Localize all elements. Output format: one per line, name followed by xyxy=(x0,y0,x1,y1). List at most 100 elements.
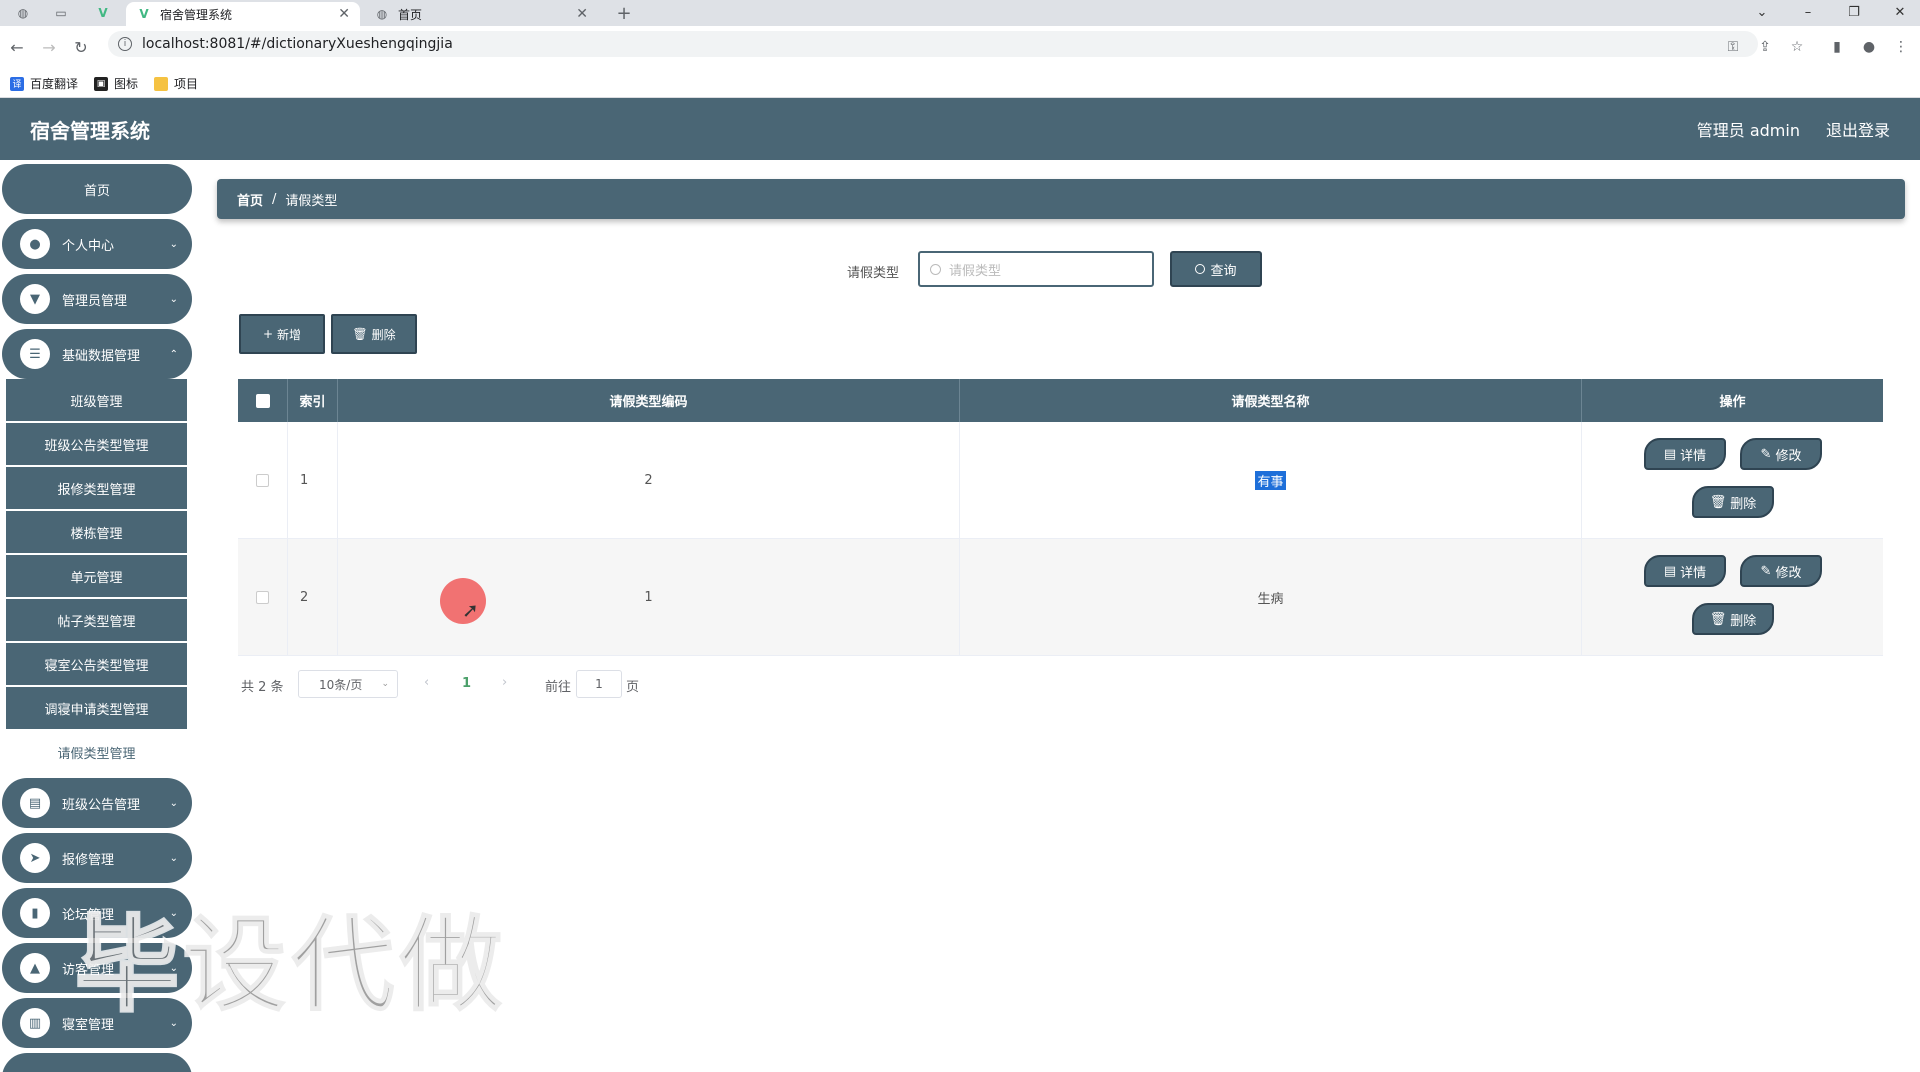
chevron-down-icon: ⌄ xyxy=(169,238,178,250)
edit-button[interactable]: ✎ 修改 xyxy=(1740,555,1822,587)
edit-icon: ✎ xyxy=(1760,563,1772,579)
submenu-repair-type[interactable]: 报修类型管理 xyxy=(6,467,187,509)
submenu-label: 班级公告类型管理 xyxy=(44,438,149,454)
goto-page-input[interactable]: 1 xyxy=(576,670,622,698)
chevron-down-icon: ⌄ xyxy=(381,679,389,689)
minimize-icon[interactable]: – xyxy=(1788,0,1828,24)
profile-icon[interactable]: ● xyxy=(1858,36,1880,58)
sidebar-item-label: 基础数据管理 xyxy=(62,348,141,364)
submenu-label: 调寝申请类型管理 xyxy=(44,702,149,718)
submenu-label: 单元管理 xyxy=(70,570,123,586)
chevron-down-icon: ⌄ xyxy=(169,797,178,809)
submenu-post-type[interactable]: 帖子类型管理 xyxy=(6,599,187,641)
prev-page-icon[interactable]: ‹ xyxy=(424,675,429,690)
sidebar-item-more[interactable] xyxy=(2,1053,192,1072)
submenu-class[interactable]: 班级管理 xyxy=(6,379,187,421)
sidebar-item-class-notice[interactable]: ▤ 班级公告管理 ⌄ xyxy=(2,778,192,828)
delete-button[interactable]: 🗑 删除 xyxy=(1692,603,1774,635)
sidebar-item-admin[interactable]: ▼ 管理员管理 ⌄ xyxy=(2,274,192,324)
search-input[interactable]: 请假类型 xyxy=(918,251,1154,287)
edit-label: 修改 xyxy=(1775,565,1802,581)
share-icon[interactable]: ⇪ xyxy=(1754,36,1776,58)
row-checkbox[interactable] xyxy=(256,474,269,487)
search-icon xyxy=(1195,264,1206,274)
delete-button[interactable]: 🗑 删除 xyxy=(1692,486,1774,518)
detail-button[interactable]: ▤ 详情 xyxy=(1644,438,1726,470)
plus-icon: + xyxy=(262,327,274,341)
key-icon[interactable]: ⚿ xyxy=(1722,36,1744,58)
blank-tab-icon[interactable]: ▭ xyxy=(48,3,74,23)
forward-icon[interactable]: → xyxy=(38,36,60,58)
close-icon[interactable]: ✕ xyxy=(576,6,588,22)
submenu-class-notice-type[interactable]: 班级公告类型管理 xyxy=(6,423,187,465)
row-checkbox[interactable] xyxy=(256,591,269,604)
next-page-icon[interactable]: › xyxy=(502,675,507,690)
search-icon xyxy=(930,263,941,275)
detail-label: 详情 xyxy=(1680,565,1707,581)
selected-text: 有事 xyxy=(1255,471,1286,490)
visitor-icon: ▲ xyxy=(20,953,50,983)
sidebar-item-repair[interactable]: ➤ 报修管理 ⌄ xyxy=(2,833,192,883)
vue-logo-icon[interactable]: V xyxy=(90,3,116,23)
submenu-label: 帖子类型管理 xyxy=(57,614,136,630)
tab-dormitory-system[interactable]: V 宿舍管理系统 ✕ xyxy=(126,2,360,26)
reload-icon[interactable]: ↻ xyxy=(70,36,92,58)
select-all-cell xyxy=(238,379,288,422)
bookmark-projects[interactable]: 项目 xyxy=(154,75,198,92)
trash-icon: 🗑 xyxy=(1709,494,1727,510)
sidebar-item-personal-center[interactable]: ● 个人中心 ⌄ xyxy=(2,219,192,269)
logout-link[interactable]: 退出登录 xyxy=(1826,117,1890,141)
delete-button-label: 删除 xyxy=(371,327,396,342)
folder-icon xyxy=(154,76,169,91)
index-cell: 1 xyxy=(288,422,338,539)
chevron-down-icon: ⌄ xyxy=(169,293,178,305)
submenu-leave-type[interactable]: 请假类型管理 xyxy=(6,731,187,773)
sidebar-item-home[interactable]: 首页 xyxy=(2,164,192,214)
sidebar-item-label: 班级公告管理 xyxy=(62,797,141,813)
window-close-icon[interactable]: ✕ xyxy=(1880,0,1920,24)
query-button[interactable]: 查询 xyxy=(1170,251,1262,287)
breadcrumb: 首页 / 请假类型 xyxy=(217,179,1905,219)
trash-icon: 🗑 xyxy=(352,327,368,341)
select-all-checkbox[interactable] xyxy=(255,393,270,408)
restore-icon[interactable]: ❐ xyxy=(1834,0,1874,24)
info-icon[interactable]: i xyxy=(118,37,132,51)
page-size-select[interactable]: 10条/页 ⌄ xyxy=(298,670,398,698)
code-cell: 1 xyxy=(338,539,960,656)
globe-icon[interactable]: ◍ xyxy=(10,3,36,23)
close-icon[interactable]: ✕ xyxy=(338,6,350,22)
current-page[interactable]: 1 xyxy=(462,676,471,691)
goto-page-value: 1 xyxy=(595,677,603,691)
submenu-unit[interactable]: 单元管理 xyxy=(6,555,187,597)
submenu-room-change-type[interactable]: 调寝申请类型管理 xyxy=(6,687,187,729)
code-cell: 2 xyxy=(338,422,960,539)
edit-button[interactable]: ✎ 修改 xyxy=(1740,438,1822,470)
submenu-dorm-notice-type[interactable]: 寝室公告类型管理 xyxy=(6,643,187,685)
tab-home[interactable]: ◍ 首页 ✕ xyxy=(364,2,598,26)
column-header: 操作 xyxy=(1719,395,1746,410)
tab-label: 宿舍管理系统 xyxy=(160,7,233,22)
chevron-up-icon: ⌃ xyxy=(169,348,178,360)
tab-search-icon[interactable]: ⌄ xyxy=(1742,0,1782,24)
submenu-label: 报修类型管理 xyxy=(57,482,136,498)
back-icon[interactable]: ← xyxy=(6,36,28,58)
star-icon[interactable]: ☆ xyxy=(1786,36,1808,58)
sidebar-item-basic-data[interactable]: ☰ 基础数据管理 ⌃ xyxy=(2,329,192,379)
bookmark-baidu-translate[interactable]: 译 百度翻译 xyxy=(10,75,78,92)
goto-label: 前往 xyxy=(545,680,572,695)
breadcrumb-home[interactable]: 首页 xyxy=(237,190,263,209)
name-cell: 生病 xyxy=(960,539,1582,656)
add-button[interactable]: + 新增 xyxy=(239,314,325,354)
bookmark-icons[interactable]: ▣ 图标 xyxy=(94,75,138,92)
new-tab-button[interactable]: + xyxy=(612,2,636,24)
mouse-pointer-icon: ➚ xyxy=(462,598,479,622)
sidebar-panel-icon[interactable]: ▮ xyxy=(1826,36,1848,58)
detail-button[interactable]: ▤ 详情 xyxy=(1644,555,1726,587)
document-icon: ▤ xyxy=(1663,446,1677,462)
batch-delete-button[interactable]: 🗑 删除 xyxy=(331,314,417,354)
submenu-building[interactable]: 楼栋管理 xyxy=(6,511,187,553)
url-field[interactable]: i localhost:8081/#/dictionaryXueshengqin… xyxy=(108,31,1758,57)
browser-tab-bar: ◍ ▭ V V 宿舍管理系统 ✕ ◍ 首页 ✕ + ⌄ – ❐ ✕ xyxy=(0,0,1920,26)
breadcrumb-separator: / xyxy=(272,191,277,207)
more-icon[interactable]: ⋮ xyxy=(1890,36,1912,58)
